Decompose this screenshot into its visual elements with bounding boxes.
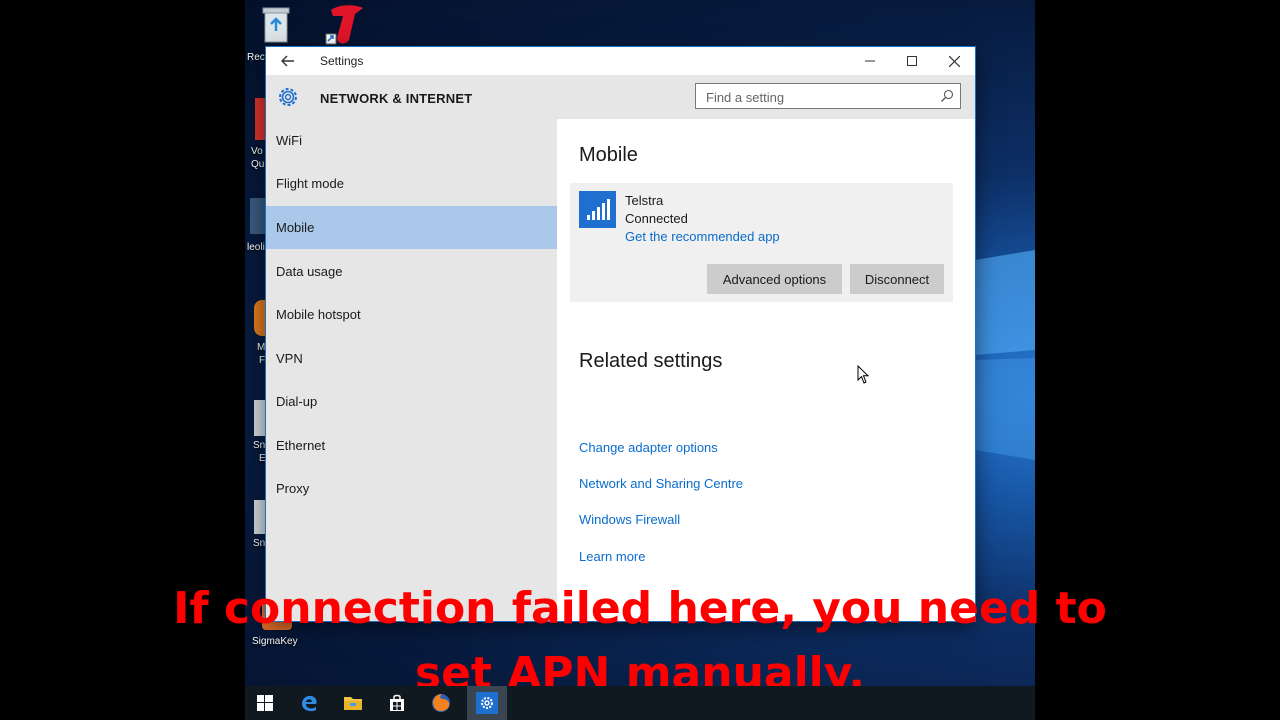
- recommended-app-link[interactable]: Get the recommended app: [625, 229, 780, 244]
- close-button[interactable]: [933, 47, 975, 75]
- search-icon: [941, 89, 954, 102]
- edge-icon: [302, 695, 317, 712]
- related-settings-heading: Related settings: [579, 350, 723, 372]
- window-title: Settings: [320, 54, 364, 68]
- close-icon: [948, 55, 960, 67]
- start-button[interactable]: [245, 686, 285, 720]
- signal-tile: [579, 191, 616, 228]
- sidebar-item-data-usage[interactable]: Data usage: [266, 250, 557, 293]
- sidebar-item-label: Mobile hotspot: [276, 307, 361, 322]
- settings-sidebar: WiFi Flight mode Mobile Data usage Mobil…: [266, 119, 557, 621]
- desktop-icon-label: Sn: [253, 440, 266, 451]
- desktop-icon-label: Rec: [247, 52, 265, 63]
- caption-line-1: If connection failed here, you need to: [173, 583, 1107, 634]
- sidebar-item-label: WiFi: [276, 133, 302, 148]
- minimize-button[interactable]: [849, 47, 891, 75]
- sidebar-item-proxy[interactable]: Proxy: [266, 467, 557, 510]
- settings-gear-icon: [481, 697, 493, 709]
- search-input[interactable]: [704, 85, 938, 109]
- learn-more-link[interactable]: Learn more: [579, 549, 645, 564]
- store-icon: [390, 694, 404, 711]
- taskbar: [245, 686, 1035, 720]
- page-title: Mobile: [579, 144, 638, 166]
- sidebar-item-label: VPN: [276, 351, 303, 366]
- gear-icon: [279, 88, 297, 106]
- sidebar-item-mobile-hotspot[interactable]: Mobile hotspot: [266, 293, 557, 336]
- sidebar-item-label: Data usage: [276, 264, 343, 279]
- settings-header: NETWORK & INTERNET: [266, 75, 975, 119]
- settings-tile: [476, 692, 498, 714]
- section-title: NETWORK & INTERNET: [320, 91, 473, 106]
- desktop-icon-label: M: [257, 342, 266, 353]
- file-explorer-icon: [344, 697, 362, 710]
- search-box[interactable]: [695, 83, 961, 109]
- carrier-name: Telstra: [625, 193, 664, 208]
- signal-bars-icon: [587, 199, 610, 220]
- recycle-bin-icon: [262, 7, 290, 43]
- settings-window: Settings NETWORK & INTERNET WiFi Flight …: [266, 47, 975, 621]
- desktop-icon-label: E: [259, 453, 266, 464]
- sidebar-item-mobile[interactable]: Mobile: [266, 206, 557, 249]
- sidebar-item-wifi[interactable]: WiFi: [266, 119, 557, 162]
- mouse-cursor-icon: [857, 365, 870, 384]
- sidebar-item-label: Flight mode: [276, 176, 344, 191]
- sidebar-item-flight-mode[interactable]: Flight mode: [266, 162, 557, 205]
- taskbar-firefox[interactable]: [421, 686, 461, 720]
- sidebar-item-label: Proxy: [276, 481, 310, 496]
- taskbar-file-explorer[interactable]: [333, 686, 373, 720]
- taskbar-edge[interactable]: [289, 686, 329, 720]
- taskbar-settings[interactable]: [467, 686, 507, 720]
- network-sharing-centre-link[interactable]: Network and Sharing Centre: [579, 476, 743, 491]
- desktop-icon-label: leoli: [247, 242, 265, 253]
- settings-content: Mobile Telstra Connected Get the recomme…: [557, 119, 975, 621]
- sidebar-item-label: Dial-up: [276, 394, 318, 409]
- windows-firewall-link[interactable]: Windows Firewall: [579, 512, 680, 527]
- telstra-logo-icon: [325, 5, 363, 45]
- sidebar-item-ethernet[interactable]: Ethernet: [266, 424, 557, 467]
- desktop-icon-label: Qu: [251, 159, 265, 170]
- sidebar-item-dial-up[interactable]: Dial-up: [266, 380, 557, 423]
- back-arrow-icon[interactable]: [276, 52, 300, 70]
- sidebar-item-vpn[interactable]: VPN: [266, 337, 557, 380]
- start-icon: [257, 695, 273, 711]
- advanced-options-button[interactable]: Advanced options: [707, 264, 842, 294]
- desktop-icon-label: F: [259, 355, 266, 366]
- recycle-bin[interactable]: Rec: [247, 4, 299, 63]
- disconnect-button[interactable]: Disconnect: [850, 264, 944, 294]
- minimize-icon: [865, 60, 875, 62]
- sidebar-item-label: Ethernet: [276, 438, 326, 453]
- desktop-icon-label: Vo: [251, 146, 263, 157]
- title-bar: Settings: [266, 47, 975, 75]
- connection-status: Connected: [625, 211, 688, 226]
- change-adapter-options-link[interactable]: Change adapter options: [579, 440, 718, 455]
- desktop-icon-label: Sn: [253, 538, 266, 549]
- mobile-connection-card[interactable]: Telstra Connected Get the recommended ap…: [570, 183, 953, 302]
- telstra-shortcut[interactable]: [323, 2, 367, 49]
- maximize-icon: [907, 56, 917, 66]
- taskbar-store[interactable]: [377, 686, 417, 720]
- sidebar-item-label: Mobile: [276, 220, 315, 235]
- maximize-button[interactable]: [891, 47, 933, 75]
- firefox-icon: [432, 694, 450, 712]
